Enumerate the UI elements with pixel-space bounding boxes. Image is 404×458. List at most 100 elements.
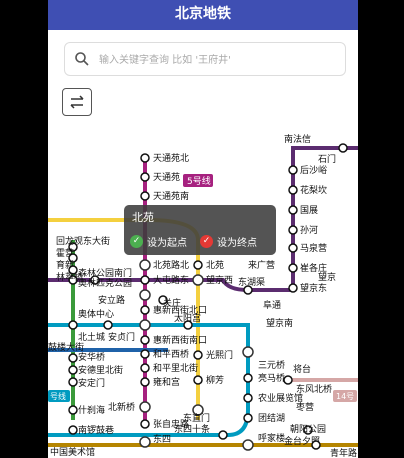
station-label: 林萃桥: [56, 271, 83, 283]
line-14-badge-text: 14号: [336, 392, 354, 401]
station-dot[interactable]: [139, 259, 151, 271]
app-title: 北京地铁: [175, 6, 231, 22]
station-dot[interactable]: [243, 373, 253, 383]
station-label: 天通苑南: [153, 190, 189, 202]
station-dot[interactable]: [243, 393, 253, 403]
station-dot[interactable]: [288, 263, 298, 273]
station-dot[interactable]: [338, 143, 348, 153]
station-dot[interactable]: [68, 320, 78, 330]
station-label: 国展: [300, 205, 318, 216]
station-dot[interactable]: [140, 305, 150, 315]
station-dot[interactable]: [140, 275, 150, 285]
station-dot[interactable]: [218, 430, 228, 440]
station-label: 北新桥: [108, 401, 135, 413]
station-dot[interactable]: [140, 153, 150, 163]
swap-direction-button[interactable]: [62, 88, 92, 116]
station-label: 马泉营: [300, 242, 327, 254]
station-dot[interactable]: [242, 346, 254, 358]
station-label: 天通苑: [153, 171, 180, 183]
station-label: 花梨坎: [300, 184, 327, 196]
station-label: 青年路: [330, 447, 357, 458]
line-left-badge-text: 号线: [50, 391, 66, 401]
station-label: 奥体中心: [78, 308, 114, 320]
station-label: 柳芳: [206, 374, 224, 386]
station-label: 奥林匹克公园: [78, 277, 132, 289]
popup-station-name: 北苑: [132, 211, 154, 224]
app-bar: 北京地铁: [48, 0, 358, 30]
station-popup: 北苑 ✓ 设为起点 ✓ 设为终点: [124, 205, 276, 255]
station-label: 光熙门: [206, 349, 233, 361]
station-label: 北苑路北: [153, 259, 189, 271]
subway-map[interactable]: 天通苑北 天通苑 天通苑南 北苑路北 大屯路东 惠新西街北口 惠新西街南口 和平…: [48, 120, 358, 458]
station-dot[interactable]: [242, 439, 254, 451]
station-dot[interactable]: [139, 401, 151, 413]
station-label: 中国美术馆: [50, 446, 95, 458]
station-label: 朝阳公园: [290, 424, 326, 435]
station-label: 什刹海: [78, 404, 105, 416]
station-dot[interactable]: [288, 185, 298, 195]
station-dot[interactable]: [140, 363, 150, 373]
line-5-badge-text: 5号线: [187, 175, 211, 187]
station-dot[interactable]: [68, 405, 78, 415]
station-dot[interactable]: [140, 335, 150, 345]
station-label: 枣营: [296, 401, 314, 413]
station-label: 东风北桥: [296, 383, 332, 395]
phone-screen: 北京地铁 天通苑北 天通苑: [48, 0, 358, 458]
station-label: 望京东: [300, 282, 327, 294]
station-dot[interactable]: [103, 320, 113, 330]
station-dot[interactable]: [140, 349, 150, 359]
station-dot[interactable]: [288, 205, 298, 215]
station-dot[interactable]: [139, 319, 151, 331]
station-dot[interactable]: [139, 436, 151, 448]
station-label: 惠新西街南口: [153, 334, 207, 346]
set-end-label: 设为终点: [217, 237, 257, 249]
station-label: 将台: [293, 363, 311, 375]
station-dot[interactable]: [68, 365, 78, 375]
station-label: 阜通: [263, 299, 281, 311]
station-dot[interactable]: [68, 377, 78, 387]
station-dot[interactable]: [288, 243, 298, 253]
station-dot[interactable]: [68, 425, 78, 435]
station-dot[interactable]: [140, 172, 150, 182]
station-dot[interactable]: [193, 375, 203, 385]
station-dot[interactable]: [288, 283, 298, 293]
station-label: 南锣鼓巷: [78, 424, 114, 436]
set-start-label: 设为起点: [147, 237, 187, 249]
station-label: 亮马桥: [258, 372, 285, 384]
station-label: 森林公园南门: [78, 267, 132, 279]
station-dot[interactable]: [140, 377, 150, 387]
station-dot[interactable]: [283, 375, 293, 385]
station-label: 东直门: [183, 412, 210, 424]
station-label: 望京南: [266, 317, 293, 329]
station-dot[interactable]: [243, 413, 253, 423]
set-end-button[interactable]: ✓ 设为终点: [200, 233, 257, 249]
station-label: 和平里北街: [153, 362, 198, 374]
station-dot[interactable]: [140, 419, 150, 429]
station-label: 南法信: [284, 133, 311, 145]
station-dot[interactable]: [192, 274, 204, 286]
station-dot[interactable]: [139, 289, 151, 301]
station-label: 太阳宫: [174, 312, 201, 324]
station-label: 和平西桥: [153, 348, 189, 360]
station-dot[interactable]: [140, 191, 150, 201]
station-label: 安立路: [98, 294, 125, 306]
station-dot[interactable]: [311, 440, 321, 450]
station-dot[interactable]: [193, 350, 203, 360]
station-dot[interactable]: [288, 165, 298, 175]
station-label: 来广营: [248, 259, 275, 271]
station-label: 雍和宫: [153, 376, 180, 388]
station-label: 孙河: [300, 224, 318, 236]
station-label: 东四十条: [174, 423, 210, 435]
station-label: 东四: [153, 433, 171, 445]
station-dot[interactable]: [288, 225, 298, 235]
set-start-button[interactable]: ✓ 设为起点: [130, 233, 187, 249]
station-label: 石门: [318, 153, 336, 165]
station-label: 望京西: [206, 274, 233, 286]
station-label: 鼓楼大街: [48, 341, 84, 353]
search-input[interactable]: [97, 49, 331, 71]
search-box[interactable]: [64, 42, 346, 76]
station-dot[interactable]: [68, 353, 78, 363]
station-dot[interactable]: [193, 260, 203, 270]
station-label: 呼家楼: [258, 432, 285, 444]
check-icon: ✓: [130, 234, 143, 248]
